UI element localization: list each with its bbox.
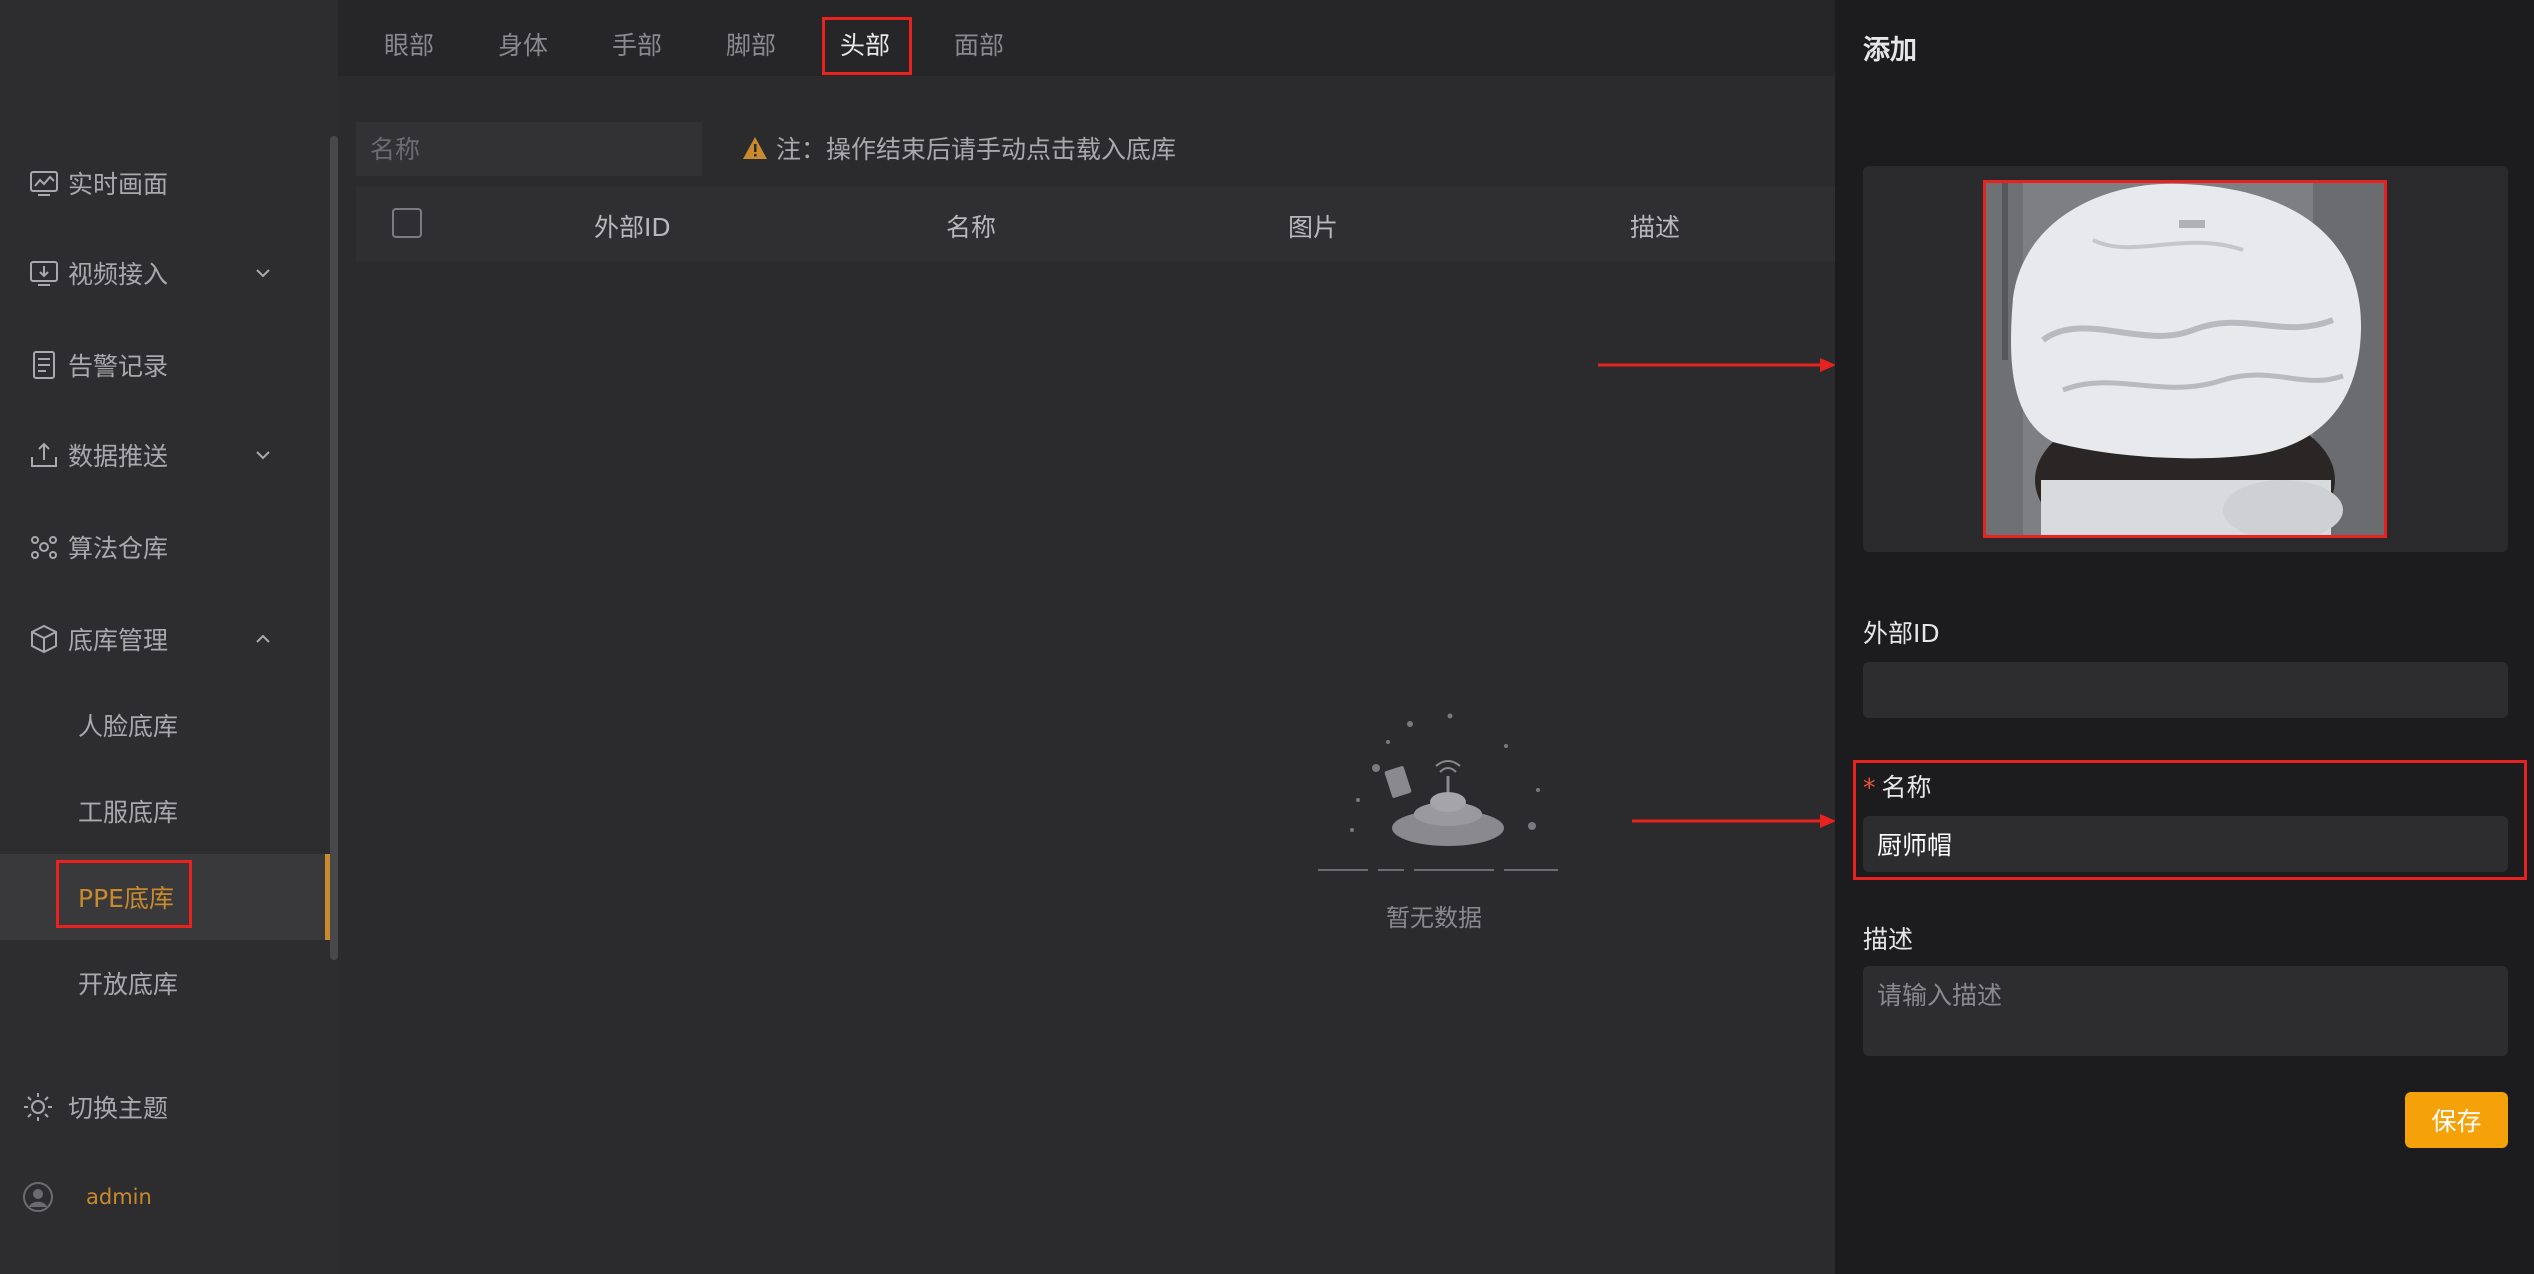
chevron-down-icon — [256, 451, 270, 460]
sidebar-item-label: 视频接入 — [68, 260, 169, 289]
sidebar-item-realtime[interactable]: 实时画面 — [0, 140, 330, 226]
notice: 注：操作结束后请手动点击载入底库 — [742, 130, 1176, 166]
user-name: admin — [86, 1185, 152, 1209]
main-content: 眼部 身体 手部 脚部 头部 面部 注：操作结束后请手动点击载入底库 外部ID … — [338, 0, 1836, 1274]
chart-monitor-icon — [30, 171, 58, 196]
external-id-label: 外部ID — [1863, 619, 1940, 648]
external-id-input[interactable] — [1863, 662, 2508, 718]
theme-toggle-label: 切换主题 — [68, 1094, 169, 1123]
column-header-image: 图片 — [1288, 213, 1339, 242]
sidebar-item-video[interactable]: 视频接入 — [0, 230, 330, 316]
tab-body[interactable]: 身体 — [498, 26, 548, 62]
chevron-up-icon — [256, 634, 270, 643]
required-mark: * — [1863, 773, 1876, 802]
sidebar-item-label: 数据推送 — [68, 442, 169, 471]
table-header: 外部ID 名称 图片 描述 — [356, 186, 1835, 262]
tab-head[interactable]: 头部 — [840, 26, 890, 62]
network-nodes-icon — [31, 536, 57, 559]
column-header-description: 描述 — [1630, 213, 1681, 242]
user-menu[interactable]: admin — [0, 1154, 330, 1240]
column-header-name: 名称 — [946, 213, 997, 242]
add-drawer: 添加 外部ID *名称 描述 保存 — [1835, 0, 2534, 1274]
tab-bar: 眼部 身体 手部 脚部 头部 面部 — [338, 0, 1835, 76]
sidebar-subitem-label: 工服底库 — [78, 798, 179, 827]
sidebar-item-algorithms[interactable]: 算法仓库 — [0, 504, 330, 590]
sun-icon — [24, 1093, 52, 1121]
empty-state-text: 暂无数据 — [1386, 904, 1482, 932]
monitor-download-icon — [30, 261, 58, 286]
sidebar-subitem-label: 人脸底库 — [78, 712, 179, 741]
tab-face[interactable]: 面部 — [954, 26, 1004, 62]
drawer-title: 添加 — [1863, 35, 1917, 66]
sidebar: 实时画面 视频接入 告警记录 数据推送 算法仓库 底库管理 人脸底库 工服底库 … — [0, 0, 338, 1274]
sidebar-item-label: 实时画面 — [68, 170, 169, 199]
cube-icon — [31, 624, 57, 654]
upload-tray-icon — [31, 442, 57, 467]
document-list-icon — [33, 351, 55, 379]
theme-toggle[interactable]: 切换主题 — [0, 1064, 330, 1150]
sidebar-subitem-ppe[interactable]: PPE底库 — [0, 854, 330, 940]
sidebar-item-label: 算法仓库 — [68, 534, 169, 563]
sidebar-subitem-label: 开放底库 — [78, 970, 179, 999]
sidebar-subitem-open[interactable]: 开放底库 — [0, 940, 330, 1026]
annotation-arrow-icon — [1632, 814, 1836, 828]
description-textarea[interactable] — [1863, 966, 2508, 1056]
annotation-arrow-icon — [1598, 358, 1836, 372]
name-search-input[interactable] — [356, 122, 702, 176]
name-label-text: 名称 — [1881, 773, 1932, 802]
sidebar-scrollbar[interactable] — [330, 136, 338, 960]
avatar-icon — [23, 1182, 53, 1212]
uploaded-image-chef-hat — [1983, 180, 2387, 538]
tab-hands[interactable]: 手部 — [612, 26, 662, 62]
sidebar-item-library[interactable]: 底库管理 — [0, 596, 330, 682]
name-input[interactable] — [1863, 816, 2508, 872]
sidebar-subitem-label: PPE底库 — [78, 884, 174, 913]
sidebar-item-data-push[interactable]: 数据推送 — [0, 412, 330, 498]
save-button[interactable]: 保存 — [2405, 1092, 2508, 1148]
warning-icon — [743, 137, 767, 159]
name-label: * 名称 — [1863, 768, 1932, 804]
chevron-down-icon — [256, 269, 270, 278]
description-label: 描述 — [1863, 925, 1914, 954]
sidebar-subitem-uniform[interactable]: 工服底库 — [0, 768, 330, 854]
tab-feet[interactable]: 脚部 — [726, 26, 776, 62]
column-header-external-id: 外部ID — [594, 213, 671, 242]
sidebar-subitem-face[interactable]: 人脸底库 — [0, 682, 330, 768]
sidebar-item-label: 底库管理 — [68, 626, 169, 655]
tab-eyes[interactable]: 眼部 — [384, 26, 434, 62]
sidebar-item-label: 告警记录 — [68, 352, 169, 381]
notice-text: 注：操作结束后请手动点击载入底库 — [776, 135, 1177, 164]
select-all-checkbox[interactable] — [392, 208, 422, 238]
image-upload-area[interactable] — [1863, 166, 2508, 552]
sidebar-item-alarms[interactable]: 告警记录 — [0, 322, 330, 408]
